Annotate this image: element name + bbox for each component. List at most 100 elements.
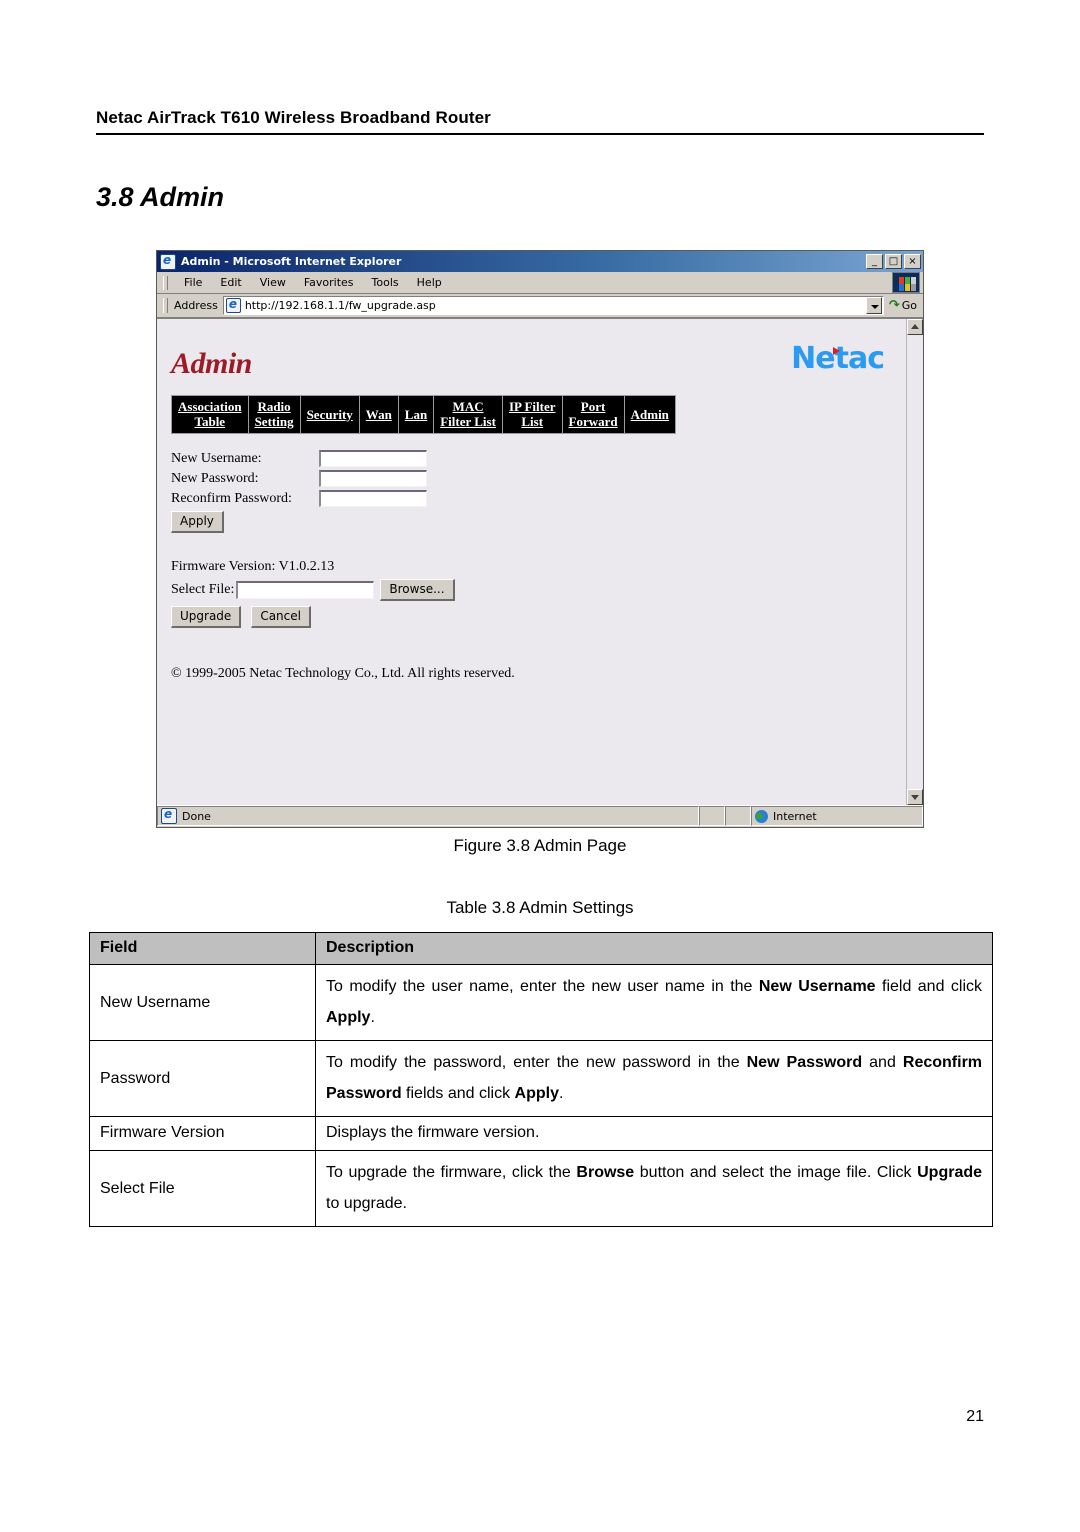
nav-tab-line1: Security — [306, 406, 353, 422]
scroll-down-arrow-icon[interactable] — [907, 789, 923, 805]
running-header: Netac AirTrack T610 Wireless Broadband R… — [96, 108, 984, 135]
status-page-icon — [161, 807, 177, 824]
copyright-text: © 1999-2005 Netac Technology Co., Ltd. A… — [171, 666, 515, 681]
status-zone-panel: Internet — [751, 806, 923, 826]
table-header-row: Field Description — [89, 932, 993, 965]
nav-tab-association-table[interactable]: Association Table — [172, 396, 249, 433]
new-username-input[interactable] — [319, 450, 427, 467]
menu-bar: File Edit View Favorites Tools Help — [157, 272, 923, 294]
figure-caption: Figure 3.8 Admin Page — [453, 836, 627, 855]
nav-tab-line1: Wan — [365, 406, 392, 422]
browser-window: Admin - Microsoft Internet Explorer _ □ … — [156, 250, 924, 828]
status-spacer-2 — [725, 806, 751, 826]
reconfirm-password-row: Reconfirm Password: — [171, 490, 906, 507]
new-password-input[interactable] — [319, 470, 427, 487]
status-message-panel: Done — [157, 806, 699, 826]
menu-item-file[interactable]: File — [175, 276, 211, 289]
nav-tab-line1: Port — [580, 399, 606, 414]
chevron-down-icon[interactable] — [865, 297, 882, 314]
apply-button[interactable]: Apply — [171, 511, 224, 533]
column-header-field: Field — [89, 932, 316, 965]
nav-tab-line1: MAC — [452, 399, 484, 414]
status-zone-label: Internet — [773, 809, 817, 823]
cell-description: To modify the user name, enter the new u… — [315, 964, 993, 1041]
vertical-scrollbar[interactable] — [906, 319, 923, 805]
nav-tab-line2: Forward — [568, 414, 618, 429]
windows-brand-icon — [892, 272, 920, 293]
menu-item-help[interactable]: Help — [408, 276, 451, 289]
cell-field: Password — [89, 1040, 316, 1117]
menu-item-favorites[interactable]: Favorites — [295, 276, 363, 289]
menu-item-tools[interactable]: Tools — [363, 276, 408, 289]
nav-tab-radio-setting[interactable]: Radio Setting — [248, 396, 301, 433]
running-header-text: Netac AirTrack T610 Wireless Broadband R… — [96, 108, 491, 127]
firmware-version-text: Firmware Version: V1.0.2.13 — [171, 559, 335, 574]
nav-tab-wan[interactable]: Wan — [359, 396, 399, 433]
address-input[interactable]: http://192.168.1.1/fw_upgrade.asp — [222, 296, 884, 315]
table-row: Password To modify the password, enter t… — [89, 1040, 993, 1117]
nav-tab-admin[interactable]: Admin — [624, 396, 675, 433]
page-brand-row: Admin Netac — [171, 341, 906, 393]
nav-tab-port-forward[interactable]: Port Forward — [562, 396, 625, 433]
nav-tab-ip-filter-list[interactable]: IP Filter List — [502, 396, 563, 433]
close-button[interactable]: × — [904, 254, 921, 269]
firmware-section: Firmware Version: V1.0.2.13 Select File:… — [171, 559, 906, 628]
minimize-button[interactable]: _ — [866, 254, 883, 269]
globe-icon — [755, 809, 768, 823]
page-number: 21 — [966, 1408, 984, 1425]
upgrade-button[interactable]: Upgrade — [171, 606, 242, 628]
restore-button[interactable]: □ — [885, 254, 902, 269]
window-controls: _ □ × — [866, 254, 921, 269]
window-title: Admin - Microsoft Internet Explorer — [181, 255, 402, 268]
table-row: Firmware Version Displays the firmware v… — [89, 1116, 993, 1151]
cell-field: Select File — [89, 1150, 316, 1227]
browser-title-bar: Admin - Microsoft Internet Explorer _ □ … — [157, 251, 923, 272]
cell-field: New Username — [89, 964, 316, 1041]
nav-tab-mac-filter-list[interactable]: MAC Filter List — [434, 396, 503, 433]
menu-item-view[interactable]: View — [251, 276, 295, 289]
menu-grip[interactable] — [163, 275, 168, 290]
new-username-row: New Username: — [171, 450, 906, 467]
scroll-up-arrow-icon[interactable] — [907, 319, 923, 335]
new-password-row: New Password: — [171, 470, 906, 487]
select-file-input[interactable] — [236, 581, 375, 599]
reconfirm-password-input[interactable] — [319, 490, 427, 507]
page-icon — [225, 297, 241, 313]
browser-status-bar: Done Internet — [157, 805, 923, 826]
menu-item-edit[interactable]: Edit — [211, 276, 250, 289]
cancel-button[interactable]: Cancel — [251, 606, 311, 628]
status-spacer-1 — [699, 806, 725, 826]
nav-tab-line2: List — [521, 414, 544, 429]
address-url-text: http://192.168.1.1/fw_upgrade.asp — [244, 299, 436, 312]
go-button[interactable]: ↷ Go — [884, 298, 923, 313]
nav-tab-line2: Setting — [254, 414, 294, 429]
select-file-row: Select File: Browse... — [171, 579, 906, 601]
address-grip[interactable] — [163, 298, 168, 313]
page-title: 3.8 Admin — [96, 182, 225, 212]
router-admin-page: Admin Netac Association Table Radio Sett… — [157, 319, 906, 805]
nav-tabs: Association Table Radio Setting Security… — [171, 395, 676, 434]
nav-tab-line1: Admin — [630, 406, 669, 422]
cell-description: To upgrade the firmware, click the Brows… — [315, 1150, 993, 1227]
go-label: Go — [901, 299, 917, 312]
cell-field: Firmware Version — [89, 1116, 316, 1151]
go-arrow-icon: ↷ — [888, 298, 900, 313]
table-row: New Username To modify the user name, en… — [89, 964, 993, 1041]
address-label: Address — [174, 299, 218, 312]
nav-tab-line1: IP Filter — [508, 399, 556, 414]
logo-accent-icon — [833, 347, 841, 355]
new-username-label: New Username: — [171, 450, 262, 466]
cell-description: To modify the password, enter the new pa… — [315, 1040, 993, 1117]
firmware-buttons-row: Upgrade Cancel — [171, 606, 906, 628]
nav-tab-security[interactable]: Security — [300, 396, 360, 433]
table-caption: Table 3.8 Admin Settings — [446, 898, 634, 917]
nav-tab-line1: Lan — [404, 406, 428, 422]
cell-description: Displays the firmware version. — [315, 1116, 993, 1151]
nav-tab-line1: Radio — [257, 399, 291, 414]
browse-button[interactable]: Browse... — [380, 579, 455, 601]
nav-tab-lan[interactable]: Lan — [398, 396, 435, 433]
table-row: Select File To upgrade the firmware, cli… — [89, 1150, 993, 1227]
nav-tab-line2: Filter List — [440, 414, 496, 429]
page-heading: Admin — [171, 347, 252, 380]
ie-icon — [160, 253, 176, 270]
